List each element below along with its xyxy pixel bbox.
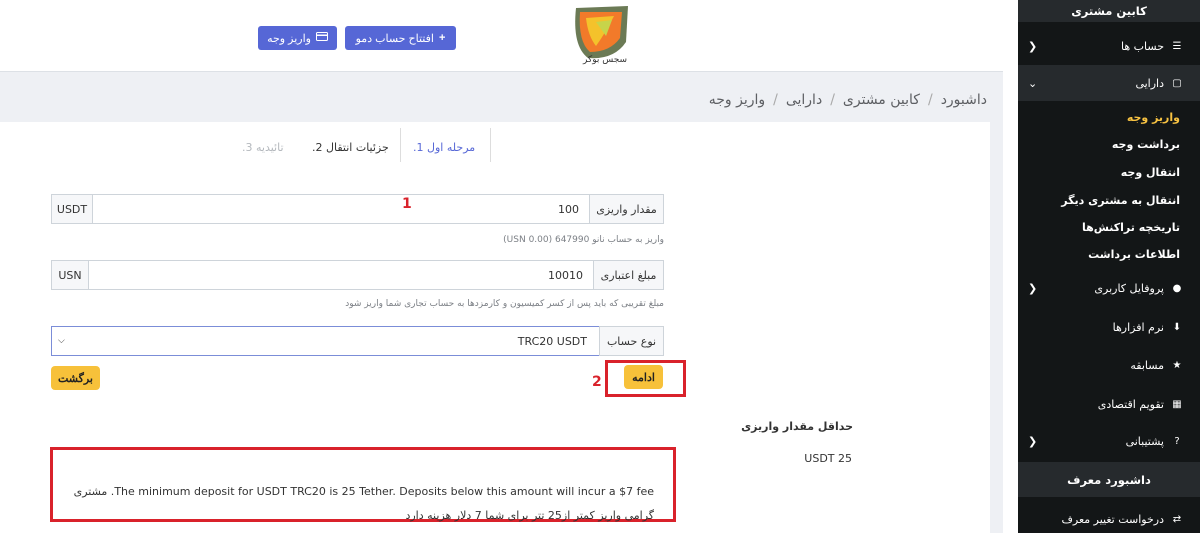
chevron-left-icon: ❮ <box>1028 281 1038 295</box>
deposit-amount-input[interactable]: 100 <box>92 194 590 224</box>
top-header <box>0 0 1003 72</box>
sidebar-item-competition[interactable]: ★ مسابقه <box>1018 352 1200 378</box>
credit-card-icon <box>315 32 328 44</box>
minimum-amount: USDT 25 <box>804 452 852 465</box>
deposit-currency-addon: USDT <box>51 194 93 224</box>
user-icon: ● <box>1172 282 1182 294</box>
chevron-down-icon: ⌄ <box>1028 76 1038 90</box>
account-type-label: نوع حساب <box>599 326 664 356</box>
list-icon: ☰ <box>1172 40 1182 52</box>
credit-amount-label: مبلغ اعتباری <box>593 260 664 290</box>
chevron-left-icon: ❮ <box>1028 39 1038 53</box>
sidebar-sub-transfer[interactable]: انتقال وجه <box>1018 159 1200 185</box>
sidebar-section-referrer: داشبورد معرف <box>1018 462 1200 497</box>
swap-icon: ⇄ <box>1172 513 1182 525</box>
sidebar-item-software[interactable]: ⬇ نرم افزارها <box>1018 314 1200 340</box>
sidebar-sub-transfer-other[interactable]: انتقال به مشتری دیگر <box>1018 187 1200 213</box>
credit-hint: مبلغ تقریبی که باید پس از کسر کمیسیون و … <box>345 299 664 309</box>
trophy-icon: ★ <box>1172 359 1182 371</box>
sidebar-item-calendar[interactable]: ▦ تقویم اقتصادی <box>1018 391 1200 417</box>
breadcrumb-dashboard[interactable]: داشبورد <box>941 92 987 108</box>
logo-text: سجس بوکر <box>582 55 628 65</box>
breadcrumb-assets[interactable]: دارایی <box>786 92 822 108</box>
minimum-note: The minimum deposit for USDT TRC20 is 25… <box>73 485 654 522</box>
account-type-select[interactable]: TRC20 USDT ⌵ <box>51 326 600 356</box>
calendar-icon: ▦ <box>1172 398 1182 410</box>
sidebar-item-accounts[interactable]: ☰ حساب ها ❮ <box>1018 33 1200 59</box>
wallet-icon: ▢ <box>1172 77 1182 89</box>
sidebar-sub-history[interactable]: تاریخچه تراکنش‌ها <box>1018 214 1200 240</box>
step-2-tab[interactable]: جزئیات انتقال 2. <box>312 141 389 154</box>
deposit-amount-label: مقدار واریزی <box>589 194 664 224</box>
sidebar-item-profile[interactable]: ● پروفایل کاربری ❮ <box>1018 275 1200 301</box>
chevron-left-icon: ❮ <box>1028 434 1038 448</box>
chevron-down-icon: ⌵ <box>58 336 65 346</box>
annotation-box-continue <box>605 360 686 397</box>
annotation-1: 1 <box>402 196 412 212</box>
sidebar-sub-deposit[interactable]: واریز وجه <box>1018 104 1200 130</box>
sidebar-sub-withdraw-info[interactable]: اطلاعات برداشت <box>1018 241 1200 267</box>
plus-icon: + <box>438 32 446 44</box>
sidebar-sub-withdraw[interactable]: برداشت وجه <box>1018 131 1200 157</box>
sidebar-section-cabin: کابین مشتری <box>1018 0 1200 22</box>
sidebar-item-support[interactable]: ? پشتیبانی ❮ <box>1018 428 1200 454</box>
back-button[interactable]: برگشت <box>51 366 100 390</box>
deposit-hint: واریز به حساب نانو 647990 (USN 0.00) <box>503 235 664 245</box>
breadcrumb: داشبورد / کابین مشتری / دارایی / واریز و… <box>708 92 987 108</box>
breadcrumb-current: واریز وجه <box>708 92 766 108</box>
credit-amount-input[interactable]: 10010 <box>88 260 594 290</box>
download-icon: ⬇ <box>1172 321 1182 333</box>
minimum-deposit-title: حداقل مقدار واریزی <box>741 420 853 433</box>
breadcrumb-cabin[interactable]: کابین مشتری <box>843 92 920 108</box>
deposit-header-button[interactable]: واریز وجه <box>258 26 337 50</box>
open-demo-account-button[interactable]: + افتتاح حساب دمو <box>345 26 456 50</box>
sidebar-item-assets[interactable]: ▢ دارایی ⌄ <box>1018 65 1200 101</box>
question-icon: ? <box>1174 435 1180 447</box>
annotation-2: 2 <box>592 374 602 390</box>
credit-currency-addon: USN <box>51 260 89 290</box>
step-3-tab: تائیدیه 3. <box>242 141 284 154</box>
sidebar-item-change-referrer[interactable]: ⇄ درخواست تغییر معرف <box>1018 506 1200 532</box>
step-1-tab[interactable]: مرحله اول 1. <box>413 141 475 154</box>
